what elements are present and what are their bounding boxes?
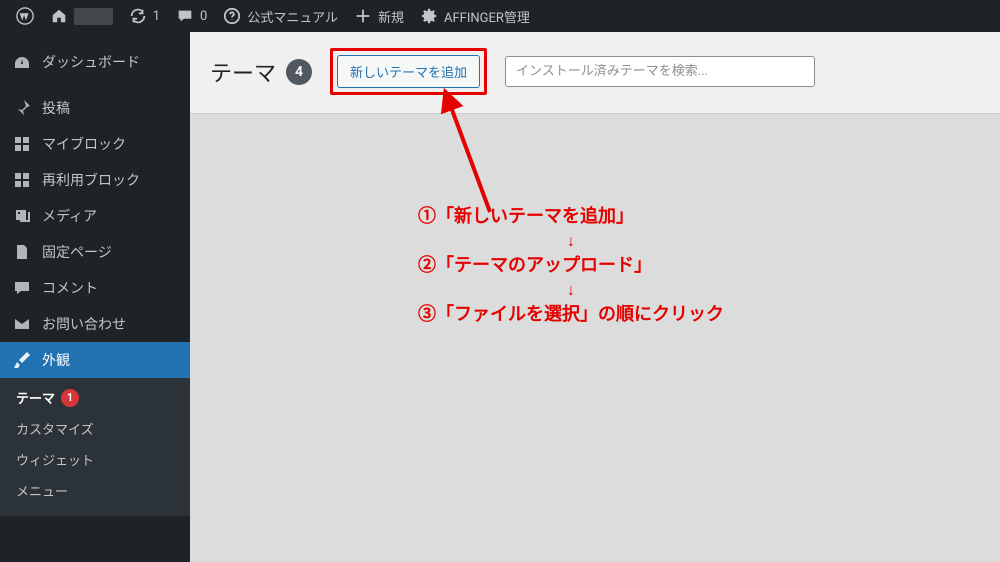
grid-icon <box>12 170 32 190</box>
submenu-widgets[interactable]: ウィジェット <box>0 444 190 475</box>
updates-count: 1 <box>153 9 160 24</box>
annotation-step1: ①「新しいテーマを追加」 <box>418 204 724 229</box>
menu-label: 固定ページ <box>42 242 112 262</box>
affinger-link[interactable]: AFFINGER管理 <box>412 0 538 32</box>
pin-icon <box>12 98 32 118</box>
menu-label: お問い合わせ <box>42 314 126 334</box>
menu-comments[interactable]: コメント <box>0 270 190 306</box>
updates-link[interactable]: 1 <box>121 0 168 32</box>
site-home[interactable] <box>42 0 121 32</box>
manual-label: 公式マニュアル <box>247 7 338 26</box>
theme-search-input[interactable] <box>505 56 815 87</box>
menu-label: メディア <box>42 206 97 226</box>
new-label: 新規 <box>378 7 404 26</box>
comments-count: 0 <box>200 9 207 24</box>
menu-dashboard[interactable]: ダッシュボード <box>0 44 190 80</box>
pages-icon <box>12 242 32 262</box>
menu-media[interactable]: メディア <box>0 198 190 234</box>
dashboard-icon <box>12 52 32 72</box>
submenu-label: メニュー <box>16 481 68 500</box>
envelope-icon <box>12 314 32 334</box>
comments-link[interactable]: 0 <box>168 0 215 32</box>
menu-label: コメント <box>42 278 98 298</box>
page-title: テーマ 4 <box>210 56 312 88</box>
wp-logo[interactable] <box>8 0 42 32</box>
annotation-step3: ③「ファイルを選択」の順にクリック <box>418 302 724 327</box>
admin-bar: 1 0 公式マニュアル 新規 AFFINGER管理 <box>0 0 1000 32</box>
menu-reusable-block[interactable]: 再利用ブロック <box>0 162 190 198</box>
help-icon <box>223 7 241 25</box>
submenu-label: ウィジェット <box>16 450 94 469</box>
brush-icon <box>12 350 32 370</box>
menu-appearance[interactable]: 外観 <box>0 342 190 378</box>
appearance-submenu: テーマ 1 カスタマイズ ウィジェット メニュー <box>0 378 190 516</box>
comment-icon <box>12 278 32 298</box>
update-icon <box>129 7 147 25</box>
affinger-label: AFFINGER管理 <box>444 7 530 26</box>
home-icon <box>50 7 68 25</box>
plus-icon <box>354 7 372 25</box>
menu-label: ダッシュボード <box>42 52 140 72</box>
update-count-badge: 1 <box>61 389 79 407</box>
gear-icon <box>420 7 438 25</box>
menu-contact[interactable]: お問い合わせ <box>0 306 190 342</box>
themes-count: 4 <box>286 59 312 85</box>
media-icon <box>12 206 32 226</box>
annotation-arrow-down: ↓ <box>418 229 724 253</box>
title-text: テーマ <box>210 56 276 88</box>
grid-icon <box>12 134 32 154</box>
site-name-placeholder <box>74 8 113 25</box>
main-content: テーマ 4 新しいテーマを追加 ①「新しいテーマを追加」 ↓ ②「テーマのアップ… <box>190 32 1000 562</box>
menu-posts[interactable]: 投稿 <box>0 90 190 126</box>
new-content[interactable]: 新規 <box>346 0 412 32</box>
annotation-text: ①「新しいテーマを追加」 ↓ ②「テーマのアップロード」 ↓ ③「ファイルを選択… <box>418 204 724 328</box>
comment-icon <box>176 7 194 25</box>
menu-pages[interactable]: 固定ページ <box>0 234 190 270</box>
menu-myblock[interactable]: マイブロック <box>0 126 190 162</box>
annotation-highlight-box: 新しいテーマを追加 <box>330 48 487 95</box>
menu-label: 外観 <box>42 350 70 370</box>
manual-link[interactable]: 公式マニュアル <box>215 0 346 32</box>
menu-label: マイブロック <box>42 134 126 154</box>
submenu-menus[interactable]: メニュー <box>0 475 190 506</box>
admin-sidebar: ダッシュボード 投稿 マイブロック 再利用ブロック メディア 固定ページ <box>0 32 190 562</box>
themes-header: テーマ 4 新しいテーマを追加 <box>190 32 1000 114</box>
annotation-arrow-down: ↓ <box>418 278 724 302</box>
submenu-themes[interactable]: テーマ 1 <box>0 382 190 413</box>
submenu-label: カスタマイズ <box>16 419 94 438</box>
menu-label: 再利用ブロック <box>42 170 140 190</box>
wordpress-icon <box>16 7 34 25</box>
submenu-label: テーマ <box>16 388 55 407</box>
menu-label: 投稿 <box>42 98 70 118</box>
submenu-customize[interactable]: カスタマイズ <box>0 413 190 444</box>
annotation-step2: ②「テーマのアップロード」 <box>418 253 724 278</box>
add-new-theme-button[interactable]: 新しいテーマを追加 <box>337 55 480 88</box>
